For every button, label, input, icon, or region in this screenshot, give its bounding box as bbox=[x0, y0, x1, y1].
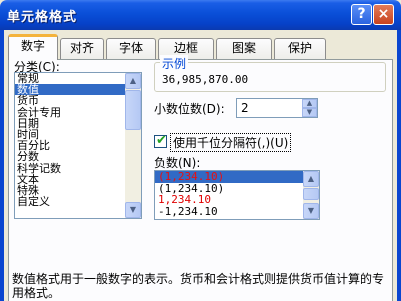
help-button[interactable]: ? bbox=[351, 4, 372, 25]
spin-down-icon[interactable]: ▼ bbox=[302, 108, 317, 117]
scroll-down-icon[interactable]: ▼ bbox=[303, 203, 319, 219]
category-list[interactable]: 常规 数值 货币 会计专用 日期 时间 百分比 分数 科学记数 文本 特殊 自定义 ▲ ▼ bbox=[14, 72, 142, 219]
scroll-down-icon[interactable]: ▼ bbox=[125, 202, 141, 218]
scroll-thumb[interactable] bbox=[125, 90, 141, 130]
sample-value: 36,985,870.00 bbox=[162, 73, 249, 86]
tab-number[interactable]: 数字 bbox=[8, 34, 58, 60]
tab-alignment[interactable]: 对齐 bbox=[60, 38, 104, 59]
spin-up-icon[interactable]: ▲ bbox=[302, 99, 317, 108]
thousands-separator-checkbox[interactable]: ✔ bbox=[154, 133, 167, 148]
category-scrollbar[interactable]: ▲ ▼ bbox=[125, 73, 141, 218]
window-frame-left bbox=[0, 30, 4, 301]
category-item[interactable]: 科学记数 bbox=[15, 162, 141, 174]
category-item[interactable]: 分数 bbox=[15, 151, 141, 162]
window-frame-right bbox=[397, 30, 401, 301]
decimal-label: 小数位数(D): bbox=[154, 102, 225, 116]
negative-format-item[interactable]: -1,234.10 bbox=[155, 206, 319, 218]
category-item[interactable]: 货币 bbox=[15, 95, 141, 106]
title-bar: 单元格格式 ? × bbox=[0, 0, 401, 30]
tab-font[interactable]: 字体 bbox=[106, 38, 156, 59]
negative-label: 负数(N): bbox=[154, 156, 201, 170]
negative-format-item[interactable]: (1,234.10) bbox=[155, 171, 319, 183]
close-button[interactable]: × bbox=[373, 4, 394, 25]
sample-title: 示例 bbox=[160, 55, 189, 72]
category-items: 常规 数值 货币 会计专用 日期 时间 百分比 分数 科学记数 文本 特殊 自定义 bbox=[15, 73, 141, 207]
window-title: 单元格格式 bbox=[7, 10, 78, 25]
scroll-thumb[interactable] bbox=[303, 188, 319, 200]
negative-number-list[interactable]: (1,234.10) (1,234.10) 1,234.10 -1,234.10 ▲ … bbox=[154, 170, 320, 220]
scroll-up-icon[interactable]: ▲ bbox=[125, 73, 141, 89]
negative-scrollbar[interactable]: ▲ ▼ bbox=[303, 171, 319, 219]
scroll-up-icon[interactable]: ▲ bbox=[303, 171, 319, 187]
thousands-separator-label[interactable]: 使用千位分隔符(,)(U) bbox=[170, 133, 292, 152]
format-description: 数值格式用于一般数字的表示。货币和会计格式则提供货币值计算的专用格式。 bbox=[12, 272, 385, 300]
tab-pattern[interactable]: 图案 bbox=[216, 38, 272, 59]
tab-protection[interactable]: 保护 bbox=[274, 38, 326, 59]
negative-format-item[interactable]: 1,234.10 bbox=[155, 194, 319, 206]
check-icon: ✔ bbox=[156, 133, 167, 148]
category-item[interactable]: 自定义 bbox=[15, 196, 141, 207]
negative-items: (1,234.10) (1,234.10) 1,234.10 -1,234.10 bbox=[155, 171, 319, 217]
